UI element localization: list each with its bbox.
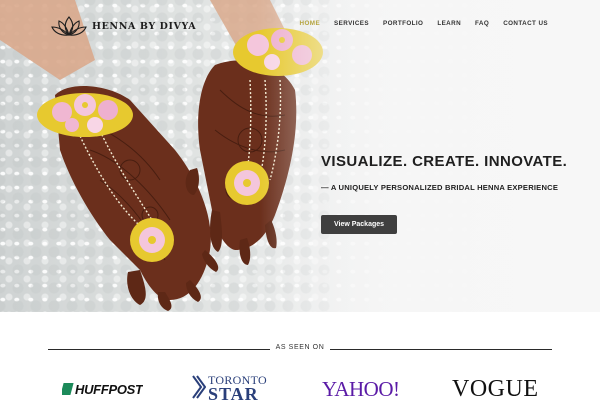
press-divider-right: [330, 349, 552, 350]
huffpost-wordmark: HUFFPOST: [75, 382, 143, 396]
hero-headline: VISUALIZE. CREATE. INNOVATE.: [321, 153, 568, 170]
view-packages-button[interactable]: View Packages: [321, 215, 397, 234]
lotus-icon: [51, 16, 87, 36]
yahoo-logo: YAHOO!: [322, 377, 400, 400]
huffpost-logo: HUFFPOST: [62, 382, 143, 396]
nav-contact-us[interactable]: CONTACT US: [503, 20, 548, 27]
nav-home[interactable]: HOME: [300, 20, 321, 27]
main-nav: HOME SERVICES PORTFOLIO LEARN FAQ CONTAC…: [300, 20, 548, 27]
nav-learn[interactable]: LEARN: [437, 20, 461, 27]
nav-faq[interactable]: FAQ: [475, 20, 489, 27]
nav-services[interactable]: SERVICES: [334, 20, 369, 27]
brand-name: HENNA BY DIVYA: [92, 20, 197, 32]
vogue-logo: VOGUE: [452, 376, 539, 400]
huffpost-mark-icon: [62, 383, 74, 395]
toronto-star-bottom-text: STAR: [208, 384, 259, 400]
hero-subheadline: — A UNIQUELY PERSONALIZED BRIDAL HENNA E…: [321, 183, 559, 192]
star-chevron-icon: [192, 375, 206, 399]
toronto-star-logo: TORONTO STAR: [192, 374, 282, 400]
brand-logo[interactable]: HENNA BY DIVYA: [50, 12, 196, 40]
nav-portfolio[interactable]: PORTFOLIO: [383, 20, 423, 27]
toronto-star-wordmark: TORONTO STAR: [208, 374, 267, 400]
